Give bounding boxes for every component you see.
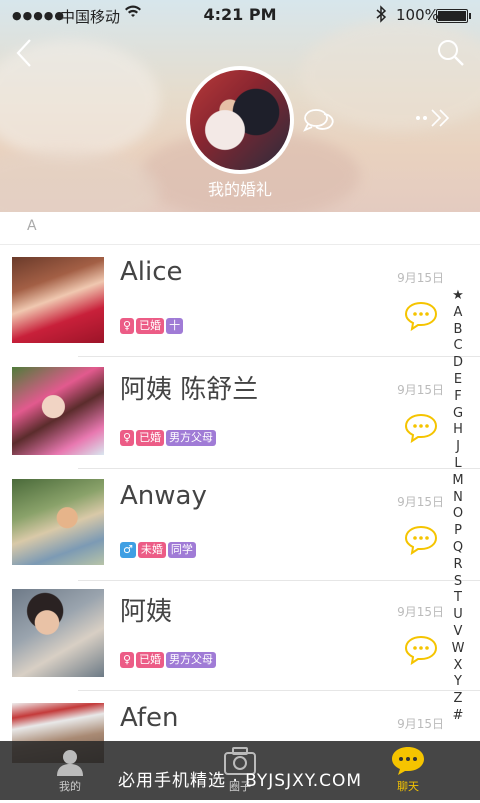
chat-bubble-icon [404,525,438,556]
chat-bubble-icon [404,301,438,332]
index-letter[interactable]: Z [448,691,468,708]
gender-badge: ♀ [120,430,135,446]
index-letter[interactable]: U [448,607,468,624]
index-letter[interactable]: Y [448,674,468,691]
contact-tags: ♀ 已婚 男方父母 [120,430,217,446]
message-button[interactable] [404,635,438,666]
wedding-title: 我的婚礼 [207,180,272,199]
contact-date: 9月15日 [397,717,444,731]
index-letter[interactable]: R [448,557,468,574]
message-button[interactable] [404,525,438,556]
index-letter[interactable]: O [448,506,468,523]
index-letter[interactable]: ★ [448,288,468,305]
contact-row[interactable]: 阿姨 9月15日 ♀ 已婚 男方父母 [0,579,480,691]
chat-bubble-icon [404,413,438,444]
status-badge: 未婚 [137,542,166,558]
contact-tags: ♀ 已婚 十 [120,318,184,334]
contact-avatar [12,479,104,565]
back-button[interactable] [12,36,42,70]
index-letter[interactable]: J [448,439,468,456]
index-letter[interactable]: D [448,355,468,372]
battery-percent: 100% [396,6,439,24]
contact-avatar [12,589,104,677]
message-button[interactable] [404,301,438,332]
message-button[interactable] [404,413,438,444]
index-letter[interactable]: F [448,389,468,406]
contact-avatar [12,367,104,455]
index-letter[interactable]: H [448,422,468,439]
bluetooth-icon [375,5,387,27]
contact-row[interactable]: 阿姨 陈舒兰 9月15日 ♀ 已婚 男方父母 [0,357,480,469]
status-bar: ●●●●● 中国移动 4:21 PM 100% [0,0,480,30]
gender-badge: ♀ [120,318,135,334]
section-letter: A [27,218,37,234]
contact-date: 9月15日 [397,271,444,285]
index-letter[interactable]: Q [448,540,468,557]
index-letter[interactable]: T [448,590,468,607]
contact-name: Alice [120,257,183,287]
contact-date: 9月15日 [397,383,444,397]
contact-tags: ♀ 已婚 男方父母 [120,652,217,668]
index-letter[interactable]: N [448,490,468,507]
contact-avatar [12,257,104,343]
index-letter[interactable]: V [448,624,468,641]
contact-date: 9月15日 [397,495,444,509]
index-letter[interactable]: E [448,372,468,389]
search-icon [438,40,464,66]
status-badge: 已婚 [136,430,165,446]
chat-bubble-icon [404,635,438,666]
relation-badge: 男方父母 [166,652,217,668]
chevron-left-icon [16,39,31,67]
forward-arrows-icon[interactable] [414,108,458,134]
contact-name: Anway [120,481,207,511]
relation-badge: 男方父母 [166,430,217,446]
battery-icon [436,9,471,23]
wedding-avatar[interactable] [186,66,294,174]
gender-badge: ♀ [120,652,135,668]
section-header: A [0,212,480,245]
index-letter[interactable]: B [448,322,468,339]
index-letter[interactable]: A [448,305,468,322]
wedding-photo [190,70,290,170]
relation-badge: 十 [166,318,184,334]
index-letter[interactable]: C [448,338,468,355]
contact-name: 阿姨 [120,597,173,627]
gender-badge: ♂ [120,542,136,558]
contact-tags: ♂ 未婚 同学 [120,542,196,558]
profile-header: ●●●●● 中国移动 4:21 PM 100% 我的婚礼 [0,0,480,212]
index-letter[interactable]: X [448,658,468,675]
contact-row[interactable]: Alice 9月15日 ♀ 已婚 十 [0,245,480,357]
contact-date: 9月15日 [397,605,444,619]
contact-name: 阿姨 陈舒兰 [120,375,259,405]
index-letter[interactable]: P [448,523,468,540]
index-letter[interactable]: S [448,574,468,591]
search-button[interactable] [436,38,466,68]
index-letter[interactable]: G [448,406,468,423]
alphabet-index[interactable]: ★ A B C D E F G H J L M N O P Q R S T U V W X Y Z # [448,288,468,725]
index-letter[interactable]: W [448,641,468,658]
index-letter[interactable]: L [448,456,468,473]
watermark-text: 必用手机精选 · BYJSJXY.COM [117,771,363,791]
tab-bar: 我的 圈子 聊天 必用手机精选 · BYJSJXY.COM [0,741,480,800]
index-letter[interactable]: M [448,473,468,490]
index-letter[interactable]: # [448,708,468,725]
contact-row[interactable]: Anway 9月15日 ♂ 未婚 同学 [0,469,480,581]
status-badge: 已婚 [136,652,165,668]
status-badge: 已婚 [136,318,165,334]
contact-name: Afen [120,703,179,733]
relation-badge: 同学 [167,542,196,558]
group-chat-icon[interactable] [302,106,338,136]
